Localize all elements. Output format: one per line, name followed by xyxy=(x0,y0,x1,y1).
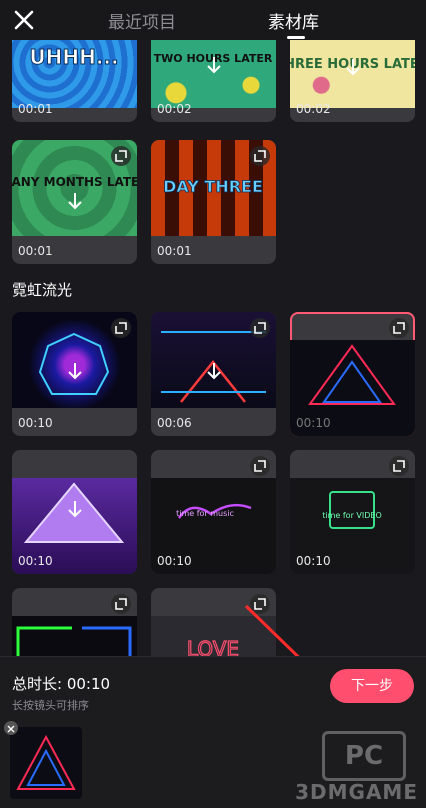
tile-duration: 00:01 xyxy=(18,244,53,258)
material-tile[interactable]: time for music 00:10 xyxy=(151,450,276,574)
expand-icon[interactable] xyxy=(250,456,270,476)
expand-icon[interactable] xyxy=(111,594,131,614)
tile-caption: LOVE xyxy=(187,637,239,656)
sort-hint: 长按镜头可排序 xyxy=(12,699,89,712)
download-icon[interactable] xyxy=(64,190,86,212)
material-tile[interactable]: UHHH... 00:01 xyxy=(12,40,137,122)
next-button[interactable]: 下一步 xyxy=(330,669,414,703)
material-grid[interactable]: UHHH... 00:01 TWO HOURS LATER 00:02 THRE… xyxy=(0,40,426,656)
download-icon[interactable] xyxy=(64,360,86,382)
material-tile[interactable]: THREE HOURS LATER 00:02 xyxy=(290,40,415,122)
expand-icon[interactable] xyxy=(250,146,270,166)
watermark-pc-logo: PC xyxy=(322,731,406,781)
expand-icon[interactable] xyxy=(111,146,131,166)
tile-duration: 00:02 xyxy=(157,102,192,116)
tile-duration: 00:10 xyxy=(296,416,331,430)
material-tile[interactable] xyxy=(12,588,137,656)
section-title: 霓虹流光 xyxy=(12,281,73,299)
expand-icon[interactable] xyxy=(389,456,409,476)
tile-duration: 00:06 xyxy=(157,416,192,430)
tile-duration: 00:10 xyxy=(296,554,331,568)
tile-duration: 00:01 xyxy=(157,244,192,258)
material-tile[interactable]: DAY THREE 00:01 xyxy=(151,140,276,264)
download-icon[interactable] xyxy=(203,360,225,382)
bottom-panel: 总时长: 00:10 长按镜头可排序 下一步 PC 3DMGAME xyxy=(0,656,426,808)
tile-duration: 00:01 xyxy=(18,102,53,116)
download-icon[interactable] xyxy=(342,56,364,78)
material-tile[interactable]: MANY MONTHS LATER 00:01 xyxy=(12,140,137,264)
close-icon[interactable] xyxy=(10,6,38,34)
tile-caption: UHHH... xyxy=(29,45,118,69)
expand-icon[interactable] xyxy=(389,318,409,338)
neon-sign-text: time for music xyxy=(176,509,234,518)
download-icon[interactable] xyxy=(203,54,225,76)
neon-sign-text: time for VIDEO xyxy=(322,511,382,520)
tile-duration: 00:10 xyxy=(18,416,53,430)
active-tab-indicator xyxy=(287,36,305,39)
material-tile[interactable]: 00:10 xyxy=(12,450,137,574)
expand-icon[interactable] xyxy=(111,318,131,338)
download-icon[interactable] xyxy=(64,498,86,520)
expand-icon[interactable] xyxy=(250,318,270,338)
material-tile[interactable]: time for VIDEO 00:10 xyxy=(290,450,415,574)
tab-recent-projects[interactable]: 最近项目 xyxy=(108,8,176,33)
annotation-arrow xyxy=(244,604,300,656)
tile-caption: MANY MONTHS LATER xyxy=(12,175,137,189)
total-duration: 总时长: 00:10 xyxy=(12,675,111,693)
watermark: 3DMGAME xyxy=(295,780,418,804)
tile-duration: 00:02 xyxy=(296,102,331,116)
tab-library[interactable]: 素材库 xyxy=(268,8,319,33)
tile-duration: 00:10 xyxy=(157,554,192,568)
top-bar: 最近项目 素材库 xyxy=(0,0,426,40)
material-tile-selected[interactable]: 00:10 xyxy=(290,312,415,436)
material-tile[interactable]: 00:10 xyxy=(12,312,137,436)
remove-clip-icon[interactable] xyxy=(4,721,18,735)
tile-duration: 00:10 xyxy=(18,554,53,568)
material-tile[interactable]: TWO HOURS LATER 00:02 xyxy=(151,40,276,122)
tile-caption: DAY THREE xyxy=(163,177,263,196)
selected-clip-thumbnail[interactable] xyxy=(10,727,82,799)
material-tile[interactable]: 00:06 xyxy=(151,312,276,436)
